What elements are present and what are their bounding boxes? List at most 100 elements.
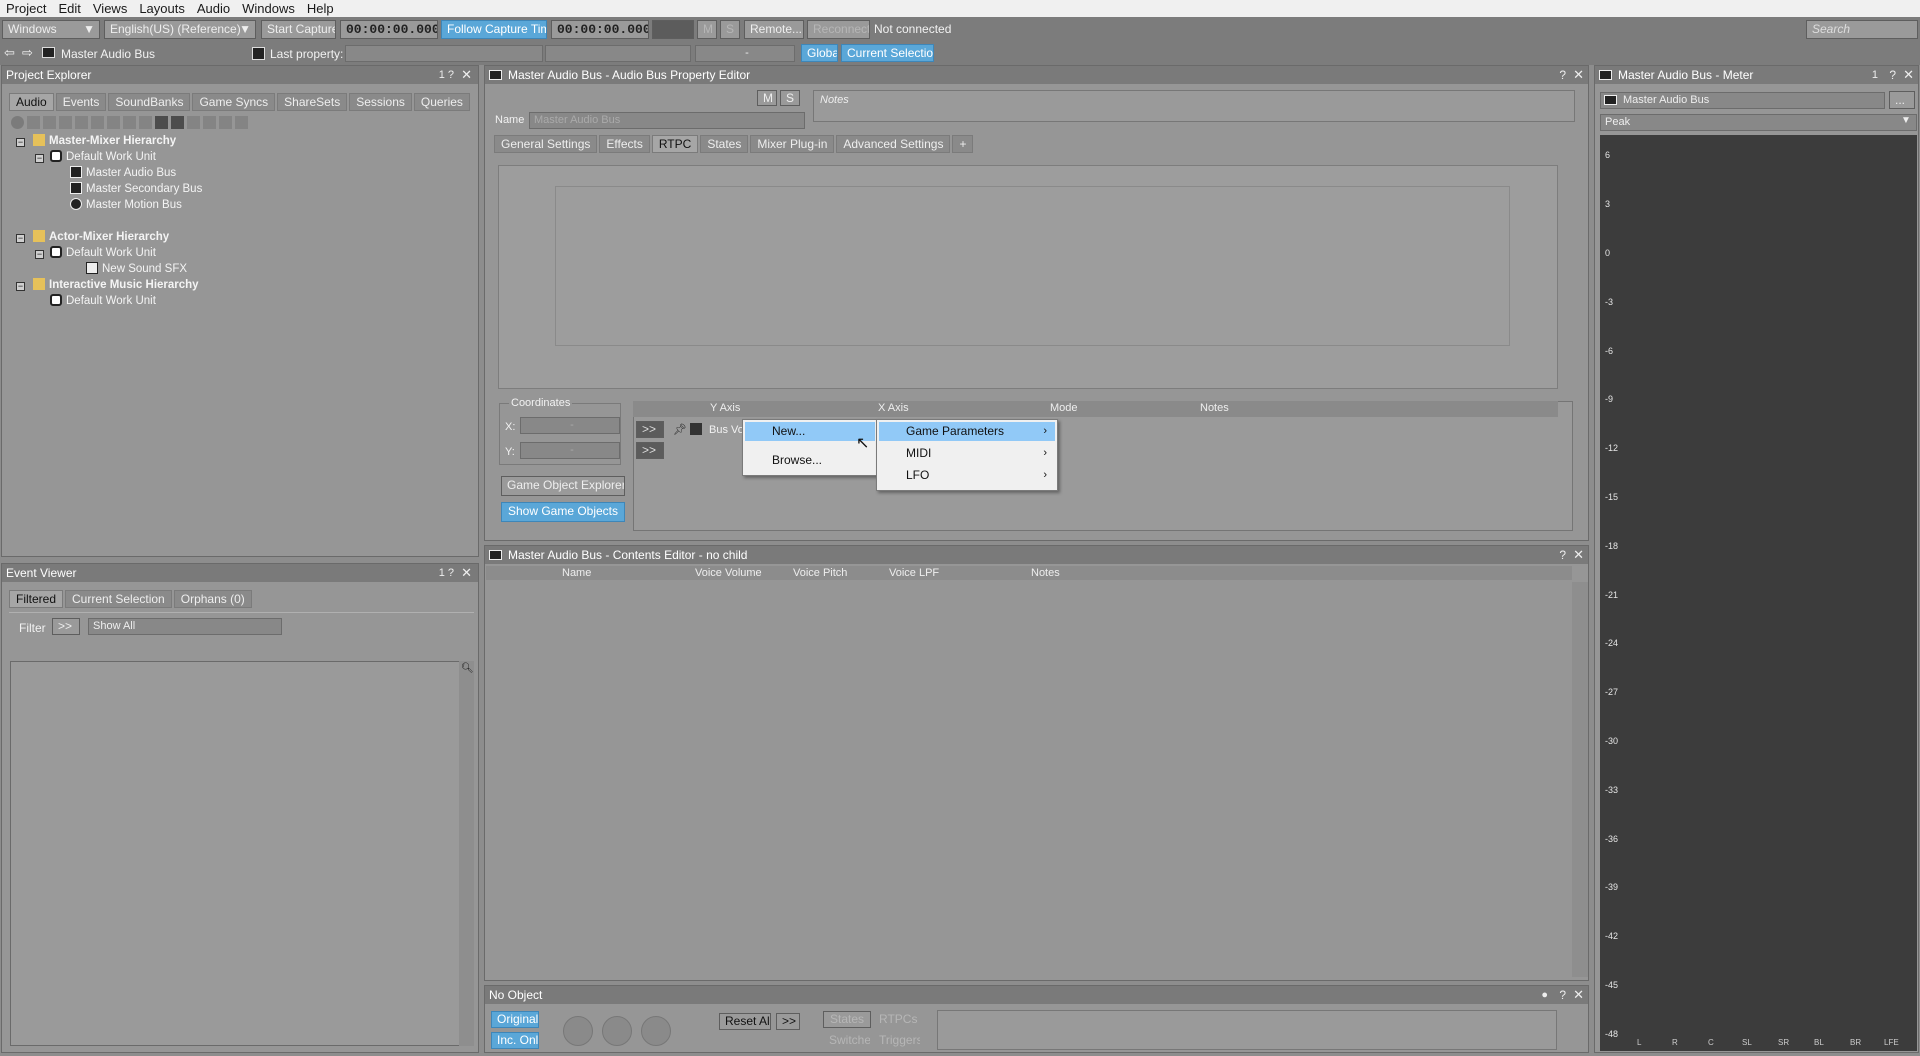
- rtpc-graph[interactable]: [555, 186, 1510, 346]
- col-y-axis[interactable]: Y Axis: [710, 402, 740, 414]
- reset-all-button[interactable]: Reset All: [719, 1013, 771, 1030]
- solo-button[interactable]: S: [720, 20, 740, 39]
- notes-field[interactable]: Notes: [813, 90, 1575, 122]
- filter-button[interactable]: >>: [52, 618, 80, 635]
- meter-mode-select[interactable]: Peak: [1600, 114, 1917, 131]
- tree-item-master-mixer[interactable]: Master-Mixer Hierarchy: [33, 134, 176, 149]
- tree-item-master-audio-bus[interactable]: Master Audio Bus: [70, 166, 176, 181]
- tab-orphans[interactable]: Orphans (0): [173, 590, 252, 608]
- pin-icon[interactable]: ●: [1541, 986, 1548, 1004]
- menu-audio[interactable]: Audio: [191, 0, 236, 17]
- forward-arrow-icon[interactable]: ⇨: [22, 45, 33, 61]
- play-icon[interactable]: [641, 1016, 671, 1046]
- tree-item-default-work-unit-2[interactable]: Default Work Unit: [50, 246, 156, 261]
- show-game-objects-button[interactable]: Show Game Objects: [501, 502, 625, 522]
- search-input[interactable]: Search: [1806, 20, 1918, 39]
- platform-select[interactable]: Windows ▼: [2, 20, 100, 39]
- close-icon[interactable]: ✕: [1573, 986, 1584, 1004]
- start-capture-button[interactable]: Start Capture: [261, 20, 336, 39]
- tab-sharesets[interactable]: ShareSets: [277, 93, 348, 111]
- col-name[interactable]: Name: [562, 567, 591, 579]
- tab-soundbanks[interactable]: SoundBanks: [108, 93, 191, 111]
- tab-advanced-settings[interactable]: Advanced Settings: [836, 135, 951, 153]
- solo-button[interactable]: S: [780, 90, 800, 106]
- col-notes[interactable]: Notes: [1031, 567, 1060, 579]
- collapse-icon[interactable]: −: [35, 250, 44, 259]
- help-icon[interactable]: ?: [1559, 66, 1566, 84]
- rtpc-row-label[interactable]: Bus Vo: [709, 424, 744, 436]
- pin-icon[interactable]: 📌︎: [673, 423, 687, 436]
- collapse-icon[interactable]: −: [16, 234, 25, 243]
- collapse-icon[interactable]: −: [35, 154, 44, 163]
- tab-queries[interactable]: Queries: [413, 93, 470, 111]
- mute-button[interactable]: M: [757, 90, 777, 106]
- menu-windows[interactable]: Windows: [236, 0, 301, 17]
- menu-project[interactable]: Project: [0, 0, 52, 17]
- col-voice-lpf[interactable]: Voice LPF: [889, 567, 939, 579]
- tab-states[interactable]: States: [700, 135, 749, 153]
- tab-current-selection[interactable]: Current Selection: [65, 590, 172, 608]
- tab-game-syncs[interactable]: Game Syncs: [192, 93, 276, 111]
- triggers-button[interactable]: Triggers: [873, 1032, 921, 1049]
- col-voice-pitch[interactable]: Voice Pitch: [793, 567, 847, 579]
- back-arrow-icon[interactable]: ⇦: [4, 45, 15, 61]
- states-button[interactable]: States: [823, 1011, 871, 1028]
- language-select[interactable]: English(US) (Reference) ▼: [104, 20, 256, 39]
- menu-layouts[interactable]: Layouts: [133, 0, 191, 17]
- global-button[interactable]: Global: [801, 44, 838, 62]
- tab-events[interactable]: Events: [55, 93, 107, 111]
- mute-button[interactable]: M: [697, 20, 717, 39]
- tree-item-master-secondary-bus[interactable]: Master Secondary Bus: [70, 182, 202, 197]
- menu-item-browse[interactable]: Browse...: [745, 451, 875, 470]
- current-selection-button[interactable]: Current Selection: [841, 44, 934, 62]
- tab-rtpc[interactable]: RTPC: [651, 135, 699, 153]
- panel-controls[interactable]: 1 ?: [439, 564, 454, 582]
- graph-vertical-scrollbar[interactable]: [1557, 165, 1573, 389]
- value-field[interactable]: -: [695, 45, 795, 62]
- col-notes[interactable]: Notes: [1200, 402, 1229, 414]
- search-icon[interactable]: 🔍︎: [461, 663, 474, 674]
- pause-icon[interactable]: [602, 1016, 632, 1046]
- tab-sessions[interactable]: Sessions: [349, 93, 412, 111]
- filter-field[interactable]: Show All: [88, 618, 282, 635]
- tab-filtered[interactable]: Filtered: [9, 590, 64, 608]
- menu-views[interactable]: Views: [87, 0, 133, 17]
- menu-item-game-parameters[interactable]: Game Parameters ›: [879, 422, 1055, 441]
- add-tab-button[interactable]: +: [952, 135, 974, 153]
- close-icon[interactable]: ✕: [1903, 66, 1914, 84]
- tree-item-default-work-unit-3[interactable]: Default Work Unit: [50, 294, 156, 309]
- panel-controls[interactable]: 1 ?: [439, 66, 454, 84]
- tab-mixer-plugin[interactable]: Mixer Plug-in: [750, 135, 835, 153]
- menu-item-midi[interactable]: MIDI ›: [879, 444, 1055, 463]
- color-swatch[interactable]: [690, 423, 702, 435]
- tree-item-default-work-unit[interactable]: Default Work Unit: [50, 150, 156, 165]
- chevron-down-icon[interactable]: ▼: [1901, 115, 1911, 126]
- tree-item-actor-mixer[interactable]: Actor-Mixer Hierarchy: [33, 230, 169, 245]
- collapse-icon[interactable]: −: [16, 138, 25, 147]
- panel-controls[interactable]: 1: [1872, 66, 1878, 84]
- game-object-explorer-button[interactable]: Game Object Explorer...: [501, 476, 625, 496]
- rtpc-new-row-button[interactable]: >>: [636, 442, 664, 459]
- tab-general-settings[interactable]: General Settings: [494, 135, 598, 153]
- event-list-scrollbar[interactable]: 🔍︎: [459, 661, 474, 1046]
- tree-item-master-motion-bus[interactable]: Master Motion Bus: [70, 198, 182, 213]
- help-icon[interactable]: ?: [1559, 546, 1566, 564]
- tree-item-interactive-music[interactable]: Interactive Music Hierarchy: [33, 278, 199, 293]
- last-property-value[interactable]: [545, 45, 691, 62]
- close-icon[interactable]: ✕: [1573, 546, 1584, 564]
- rtpc-graph-area[interactable]: [498, 165, 1558, 389]
- reconnect-button[interactable]: Reconnect: [807, 20, 870, 39]
- contents-scrollbar[interactable]: [1572, 582, 1588, 977]
- meter-object-field[interactable]: Master Audio Bus: [1600, 92, 1885, 109]
- help-icon[interactable]: ?: [1889, 66, 1896, 84]
- menu-help[interactable]: Help: [301, 0, 340, 17]
- tab-effects[interactable]: Effects: [599, 135, 650, 153]
- help-icon[interactable]: ?: [1559, 986, 1566, 1004]
- collapse-icon[interactable]: −: [16, 282, 25, 291]
- name-field[interactable]: Master Audio Bus: [529, 112, 805, 129]
- tree-item-new-sound-sfx[interactable]: New Sound SFX: [86, 262, 187, 277]
- switches-button[interactable]: Switches: [823, 1032, 871, 1049]
- rtpcs-button[interactable]: RTPCs: [873, 1011, 921, 1028]
- meter-browse-button[interactable]: ...: [1889, 91, 1915, 109]
- col-x-axis[interactable]: X Axis: [878, 402, 909, 414]
